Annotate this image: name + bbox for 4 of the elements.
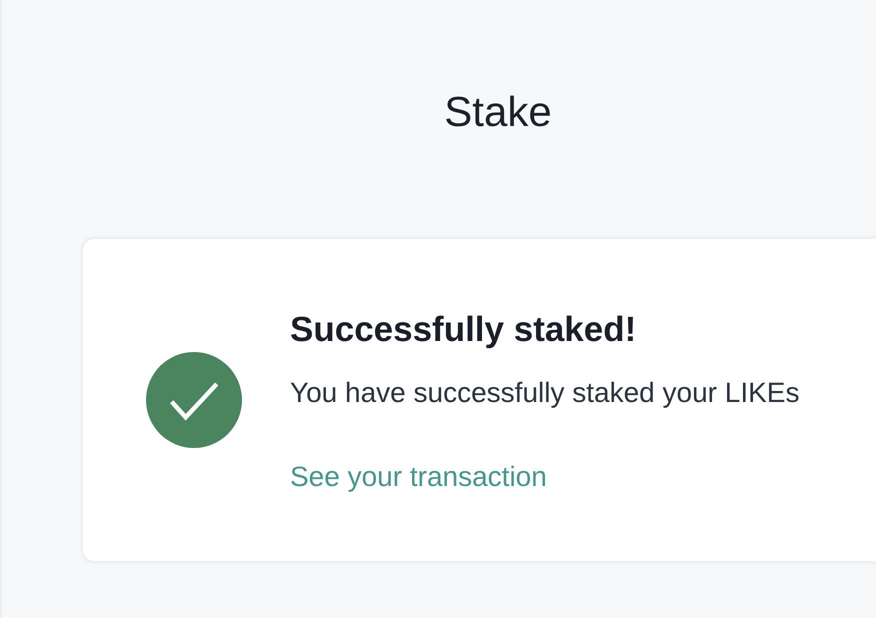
transaction-link[interactable]: See your transaction xyxy=(290,459,547,495)
success-message: You have successfully staked your LIKEs xyxy=(290,376,800,410)
page-title: Stake xyxy=(444,88,552,136)
success-heading: Successfully staked! xyxy=(290,309,636,351)
